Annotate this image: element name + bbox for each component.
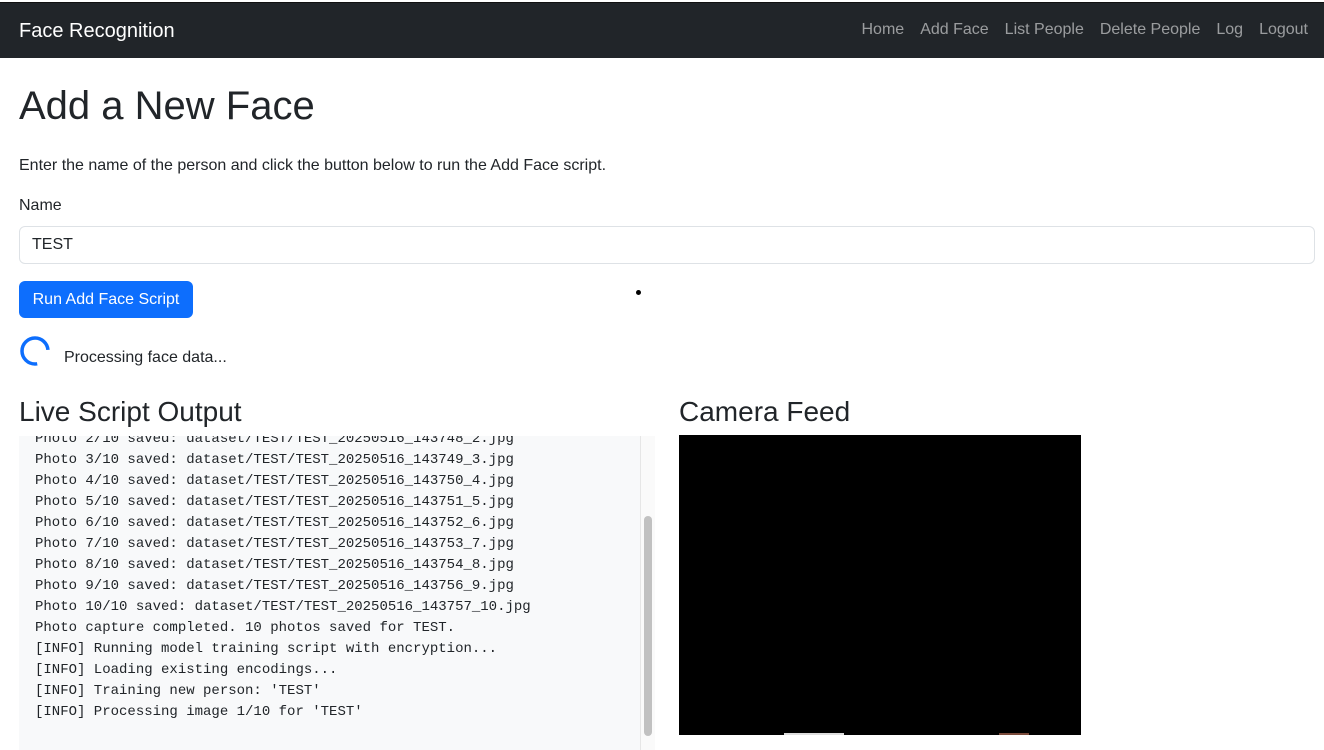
- nav-logout[interactable]: Logout: [1259, 21, 1308, 39]
- output-scrollbar[interactable]: [640, 436, 655, 750]
- log-line: Photo 10/10 saved: dataset/TEST/TEST_202…: [35, 599, 531, 615]
- log-line: Photo 4/10 saved: dataset/TEST/TEST_2025…: [35, 473, 514, 489]
- log-line: Photo 5/10 saved: dataset/TEST/TEST_2025…: [35, 494, 514, 510]
- nav-list-people[interactable]: List People: [1005, 21, 1084, 39]
- log-line: [INFO] Running model training script wit…: [35, 641, 498, 657]
- log-line: Photo 9/10 saved: dataset/TEST/TEST_2025…: [35, 578, 514, 594]
- name-label: Name: [19, 197, 62, 214]
- output-scrollbar-thumb[interactable]: [644, 516, 652, 736]
- log-line: [INFO] Loading existing encodings...: [35, 662, 338, 678]
- page-title: Add a New Face: [19, 84, 315, 128]
- log-line: Photo 8/10 saved: dataset/TEST/TEST_2025…: [35, 557, 514, 573]
- log-line: Photo 2/10 saved: dataset/TEST/TEST_2025…: [35, 436, 514, 447]
- camera-feed-detail: [784, 733, 844, 735]
- nav-add-face[interactable]: Add Face: [920, 21, 988, 39]
- output-title: Live Script Output: [19, 396, 242, 427]
- name-input[interactable]: [19, 226, 1315, 264]
- nav-links: Home Add Face List People Delete People …: [862, 21, 1309, 39]
- log-line: Photo 7/10 saved: dataset/TEST/TEST_2025…: [35, 536, 514, 552]
- run-add-face-button[interactable]: Run Add Face Script: [19, 281, 193, 318]
- nav-home[interactable]: Home: [862, 21, 905, 39]
- mouse-cursor: [636, 290, 641, 295]
- log-line: Photo capture completed. 10 photos saved…: [35, 620, 456, 636]
- nav-log[interactable]: Log: [1216, 21, 1243, 39]
- camera-feed-detail: [999, 733, 1029, 735]
- intro-text: Enter the name of the person and click t…: [19, 157, 607, 174]
- camera-feed: [679, 435, 1081, 735]
- top-navbar: Face Recognition Home Add Face List Peop…: [0, 2, 1324, 58]
- log-line: [INFO] Training new person: 'TEST': [35, 683, 321, 699]
- loading-spinner-icon: [20, 336, 50, 366]
- log-line: Photo 6/10 saved: dataset/TEST/TEST_2025…: [35, 515, 514, 531]
- nav-delete-people[interactable]: Delete People: [1100, 21, 1201, 39]
- log-line: Photo 3/10 saved: dataset/TEST/TEST_2025…: [35, 452, 514, 468]
- camera-title: Camera Feed: [679, 396, 851, 427]
- processing-status: Processing face data...: [64, 349, 227, 366]
- brand-link[interactable]: Face Recognition: [19, 20, 175, 43]
- log-line: [INFO] Processing image 1/10 for 'TEST': [35, 704, 363, 720]
- script-output-panel[interactable]: Photo 2/10 saved: dataset/TEST/TEST_2025…: [19, 436, 655, 750]
- script-output-log: Photo 2/10 saved: dataset/TEST/TEST_2025…: [35, 436, 531, 723]
